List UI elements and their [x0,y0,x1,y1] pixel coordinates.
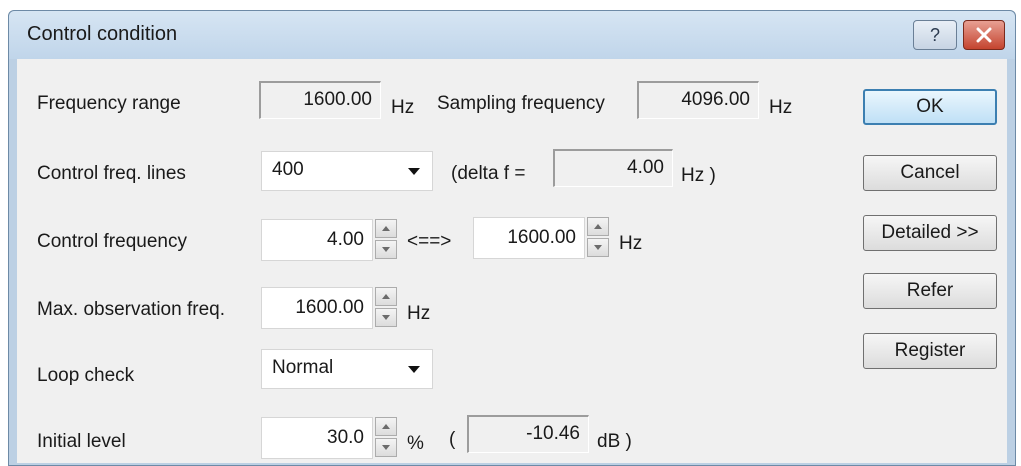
sampling-frequency-field: 4096.00 [637,81,759,119]
delta-f-unit: Hz ) [681,165,716,186]
control-freq-lines-value: 400 [272,159,304,180]
spin-down-icon[interactable] [375,438,397,457]
ok-button[interactable]: OK [863,89,997,125]
spin-down-icon[interactable] [587,238,609,257]
close-button[interactable] [963,20,1005,50]
control-freq-lines-label: Control freq. lines [37,163,186,184]
loop-check-select[interactable]: Normal [261,349,433,389]
control-frequency-high-spinner[interactable] [587,217,609,257]
control-frequency-low-spinner[interactable] [375,219,397,259]
control-frequency-low-input[interactable]: 4.00 [261,219,373,261]
max-observation-freq-unit: Hz [407,303,431,324]
control-condition-dialog: Control condition ? Frequency range 1600… [8,10,1016,466]
control-frequency-high-input[interactable]: 1600.00 [473,217,585,259]
close-icon [976,27,992,43]
initial-level-db-field: -10.46 [467,415,589,453]
initial-level-db-unit: dB ) [597,431,632,452]
dropdown-arrow-icon [408,366,420,373]
initial-level-input[interactable]: 30.0 [261,417,373,459]
max-observation-freq-label: Max. observation freq. [37,299,225,320]
refer-button[interactable]: Refer [863,273,997,309]
initial-level-unit: % [407,433,424,454]
detailed-button[interactable]: Detailed >> [863,215,997,251]
sampling-frequency-label: Sampling frequency [437,93,605,114]
cancel-button[interactable]: Cancel [863,155,997,191]
initial-level-spinner[interactable] [375,417,397,457]
loop-check-value: Normal [272,357,334,378]
spin-down-icon[interactable] [375,308,397,327]
frequency-range-unit: Hz [391,97,415,118]
spin-up-icon[interactable] [375,417,397,436]
help-button[interactable]: ? [913,20,957,50]
spin-up-icon[interactable] [375,219,397,238]
dialog-body: Frequency range 1600.00 Hz Sampling freq… [17,59,1007,463]
loop-check-label: Loop check [37,365,135,386]
question-mark-icon: ? [929,24,940,45]
max-observation-freq-spinner[interactable] [375,287,397,327]
spin-up-icon[interactable] [375,287,397,306]
delta-f-field: 4.00 [553,149,673,187]
db-paren-open: ( [449,429,456,450]
dialog-title: Control condition [27,23,178,45]
control-frequency-label: Control frequency [37,231,187,252]
sampling-frequency-unit: Hz [769,97,793,118]
spin-down-icon[interactable] [375,240,397,259]
delta-f-prefix: (delta f = [451,163,526,184]
max-observation-freq-input[interactable]: 1600.00 [261,287,373,329]
title-bar: Control condition ? [9,11,1015,59]
control-freq-lines-select[interactable]: 400 [261,151,433,191]
dropdown-arrow-icon [408,168,420,175]
initial-level-label: Initial level [37,431,126,452]
range-separator: <==> [407,231,452,252]
frequency-range-field: 1600.00 [259,81,381,119]
register-button[interactable]: Register [863,333,997,369]
spin-up-icon[interactable] [587,217,609,236]
control-frequency-unit: Hz [619,233,643,254]
frequency-range-label: Frequency range [37,93,181,114]
